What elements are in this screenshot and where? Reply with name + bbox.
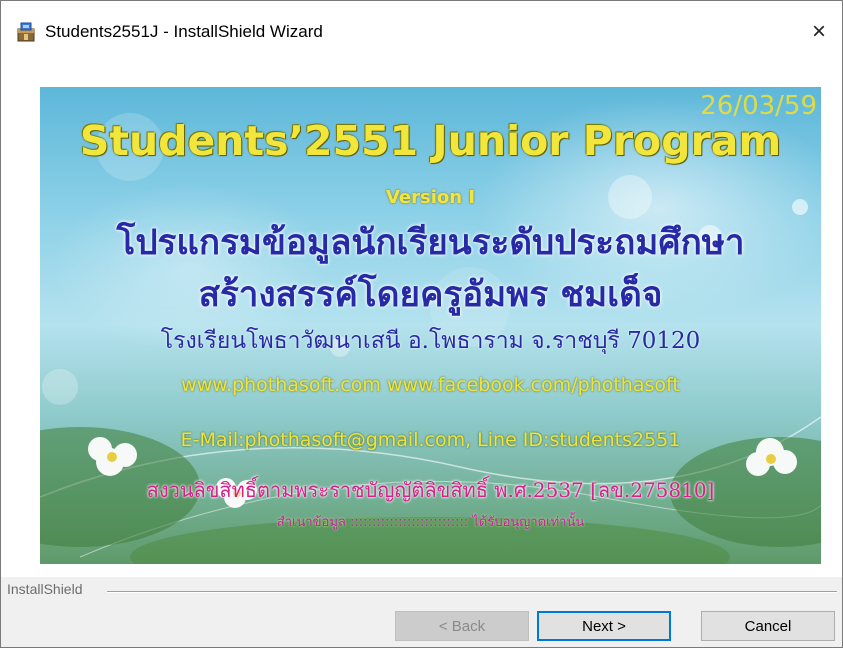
program-version: Version I bbox=[385, 187, 476, 208]
installshield-wizard-window: Students2551J - InstallShield Wizard × 2… bbox=[0, 0, 843, 648]
installshield-brand-label: InstallShield bbox=[7, 581, 83, 597]
program-description: โปรแกรมข้อมูลนักเรียนระดับประถมศึกษา bbox=[116, 222, 745, 263]
copyright-notice: สงวนลิขสิทธิ์ตามพระราชบัญญัติลิขสิทธิ์ พ… bbox=[146, 478, 715, 502]
next-button[interactable]: Next > bbox=[537, 611, 671, 641]
footer-divider bbox=[107, 591, 837, 593]
title-bar[interactable]: Students2551J - InstallShield Wizard × bbox=[1, 1, 842, 55]
splash-banner: 26/03/59 Students’2551 Junior Program Ve… bbox=[40, 87, 821, 564]
contact-info: E-Mail:phothasoft@gmail.com, Line ID:stu… bbox=[180, 429, 681, 451]
close-button[interactable]: × bbox=[796, 11, 842, 53]
program-author: สร้างสรรค์โดยครูอัมพร ชมเด็จ bbox=[198, 274, 663, 315]
close-icon: × bbox=[811, 18, 826, 45]
wizard-footer: InstallShield < Back Next > Cancel bbox=[1, 577, 842, 647]
installer-package-icon bbox=[17, 22, 35, 42]
program-title: Students’2551 Junior Program bbox=[79, 117, 782, 165]
window-title: Students2551J - InstallShield Wizard bbox=[45, 22, 323, 41]
wizard-content: 26/03/59 Students’2551 Junior Program Ve… bbox=[1, 55, 842, 577]
cancel-button[interactable]: Cancel bbox=[701, 611, 835, 641]
back-button[interactable]: < Back bbox=[395, 611, 529, 641]
website-links: www.phothasoft.com www.facebook.com/phot… bbox=[181, 374, 680, 396]
school-address: โรงเรียนโพธาวัฒนาเสนี อ.โพธาราม จ.ราชบุร… bbox=[160, 328, 701, 354]
usage-note: สำเนาข้อมูล ::::::::::::::::::::::::::: … bbox=[276, 515, 585, 530]
